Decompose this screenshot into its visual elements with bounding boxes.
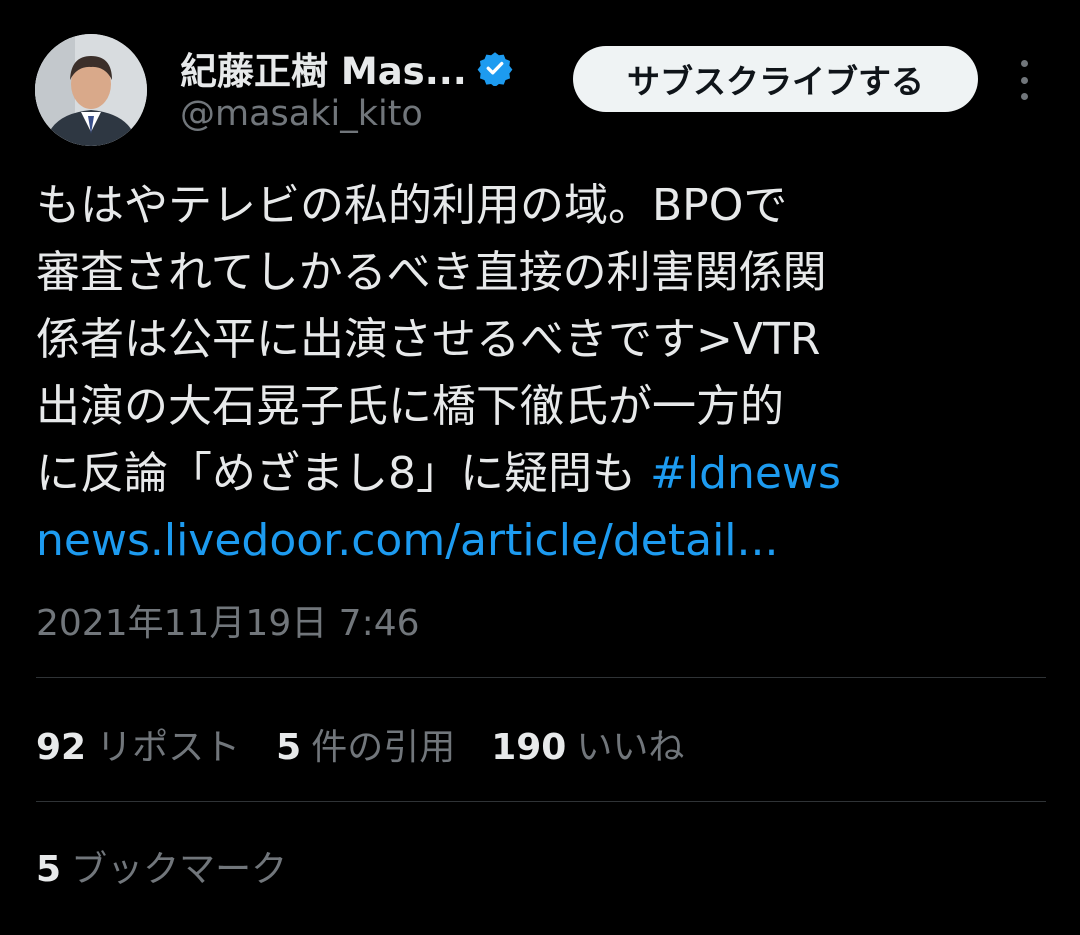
likes-stat[interactable]: 190 いいね xyxy=(491,718,684,770)
likes-label: いいね xyxy=(576,727,685,768)
more-vertical-icon[interactable] xyxy=(1008,60,1040,100)
tweet-line: 出演の大石晃子氏に橋下徹氏が一方的 xyxy=(36,381,784,432)
tweet-timestamp[interactable]: 2021年11月19日 7:46 xyxy=(36,594,420,646)
tweet-line-last: に反論「めざまし8」に疑問も #ldnews xyxy=(36,440,1046,507)
engagement-stats: 92 リポスト 5 件の引用 190 いいね xyxy=(36,712,720,776)
tweet-line-text: に反論「めざまし8」に疑問も xyxy=(36,448,650,499)
subscribe-button[interactable]: サブスクライブする xyxy=(573,46,978,112)
divider xyxy=(36,677,1046,678)
divider xyxy=(36,801,1046,802)
reposts-count: 92 xyxy=(36,727,87,768)
bookmarks-stat[interactable]: 5 ブックマーク xyxy=(36,834,323,898)
bookmarks-count: 5 xyxy=(36,849,62,890)
reposts-stat[interactable]: 92 リポスト xyxy=(36,718,240,770)
quotes-count: 5 xyxy=(276,727,302,768)
avatar-image xyxy=(35,34,147,146)
reposts-label: リポスト xyxy=(96,727,241,768)
quotes-stat[interactable]: 5 件の引用 xyxy=(276,718,455,770)
bookmarks-label: ブックマーク xyxy=(71,849,288,890)
tweet-line: 審査されてしかるべき直接の利害関係関 xyxy=(36,247,827,298)
quotes-label: 件の引用 xyxy=(311,727,456,768)
user-handle[interactable]: @masaki_kito xyxy=(180,94,423,134)
tweet-text: もはやテレビの私的利用の域。BPOで 審査されてしかるべき直接の利害関係関 係者… xyxy=(36,172,1046,574)
tweet-line: もはやテレビの私的利用の域。BPOで xyxy=(36,180,788,231)
display-name-row[interactable]: 紀藤正樹 Mas... xyxy=(180,40,513,96)
hashtag-link[interactable]: #ldnews xyxy=(650,448,841,499)
display-name[interactable]: 紀藤正樹 Mas... xyxy=(180,41,467,95)
verified-badge-icon xyxy=(477,52,513,86)
likes-count: 190 xyxy=(491,727,567,768)
article-link[interactable]: news.livedoor.com/article/detail... xyxy=(36,507,1046,574)
tweet-line: 係者は公平に出演させるべきです>VTR xyxy=(36,314,821,365)
avatar[interactable] xyxy=(35,34,147,146)
